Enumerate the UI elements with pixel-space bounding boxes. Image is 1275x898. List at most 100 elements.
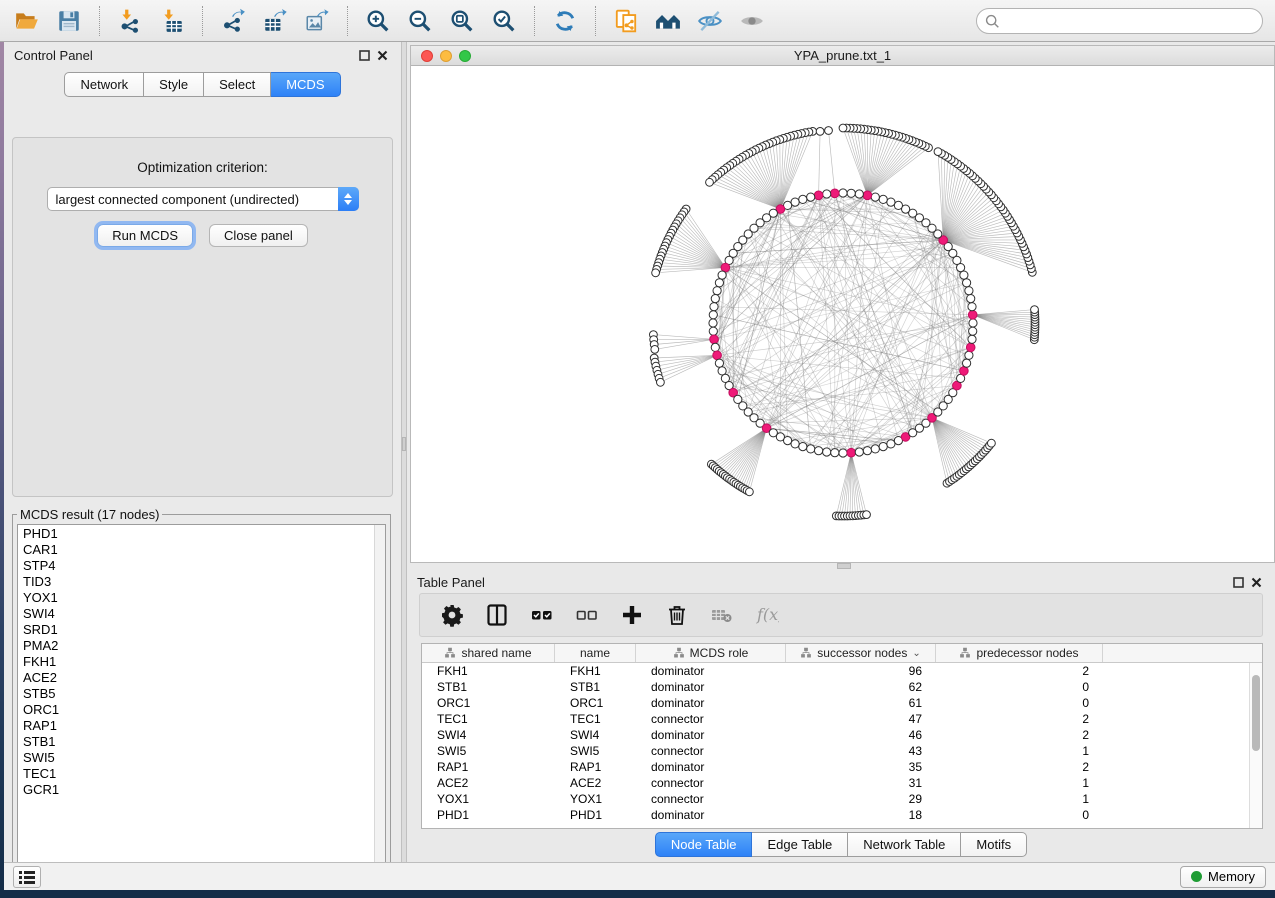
close-window-icon[interactable] — [421, 50, 433, 62]
result-list-item[interactable]: CAR1 — [23, 542, 385, 558]
graph-node[interactable] — [863, 511, 871, 519]
table-row[interactable]: SWI5SWI5connector431 — [422, 743, 1262, 759]
graph-node[interactable] — [967, 295, 975, 303]
close-panel-button[interactable]: Close panel — [209, 224, 308, 247]
graph-node[interactable] — [799, 195, 807, 203]
show-graphics-details-button[interactable] — [733, 4, 771, 38]
graph-hub-node[interactable] — [710, 335, 719, 344]
search-box[interactable] — [976, 8, 1263, 34]
graph-node[interactable] — [894, 201, 902, 209]
graph-node[interactable] — [968, 335, 976, 343]
graph-node[interactable] — [715, 279, 723, 287]
result-list-item[interactable]: SRD1 — [23, 622, 385, 638]
graph-node[interactable] — [879, 195, 887, 203]
result-list-item[interactable]: STP4 — [23, 558, 385, 574]
result-list-item[interactable]: ACE2 — [23, 670, 385, 686]
graph-hub-node[interactable] — [847, 448, 856, 457]
graph-hub-node[interactable] — [831, 189, 840, 198]
graph-hub-node[interactable] — [713, 351, 722, 360]
close-panel-icon[interactable] — [373, 47, 391, 63]
table-settings-button[interactable] — [434, 597, 470, 633]
criterion-dropdown[interactable]: largest connected component (undirected) — [47, 187, 359, 211]
tab-style[interactable]: Style — [144, 72, 204, 97]
table-row[interactable]: ORC1ORC1dominator610 — [422, 695, 1262, 711]
graph-node[interactable] — [988, 439, 996, 447]
graph-node[interactable] — [825, 127, 833, 135]
run-mcds-button[interactable]: Run MCDS — [97, 224, 193, 247]
column-header-name[interactable]: name — [555, 644, 636, 662]
graph-node[interactable] — [887, 440, 895, 448]
table-row[interactable]: STB1STB1dominator620 — [422, 679, 1262, 695]
table-row[interactable]: RAP1RAP1dominator352 — [422, 759, 1262, 775]
close-table-panel-icon[interactable] — [1247, 574, 1265, 590]
zoom-in-button[interactable] — [359, 4, 397, 38]
search-input[interactable] — [1000, 14, 1254, 29]
graph-node[interactable] — [807, 193, 815, 201]
graph-node[interactable] — [710, 303, 718, 311]
tab-mcds[interactable]: MCDS — [271, 72, 340, 97]
graph-node[interactable] — [651, 346, 659, 354]
result-list-item[interactable]: RAP1 — [23, 718, 385, 734]
table-row[interactable]: FKH1FKH1dominator962 — [422, 663, 1262, 679]
result-list-item[interactable]: STB1 — [23, 734, 385, 750]
graph-node[interactable] — [831, 449, 839, 457]
table-row[interactable]: YOX1YOX1connector291 — [422, 791, 1262, 807]
graph-node[interactable] — [879, 443, 887, 451]
graph-node[interactable] — [969, 319, 977, 327]
export-table-button[interactable] — [256, 4, 294, 38]
result-list-item[interactable]: SWI4 — [23, 606, 385, 622]
graph-node[interactable] — [968, 303, 976, 311]
result-list-item[interactable]: PMA2 — [23, 638, 385, 654]
result-list-item[interactable]: YOX1 — [23, 590, 385, 606]
graph-node[interactable] — [746, 488, 754, 496]
graph-node[interactable] — [706, 178, 714, 186]
graph-node[interactable] — [709, 319, 717, 327]
column-header-predecessor-nodes[interactable]: predecessor nodes — [936, 644, 1103, 662]
graph-node[interactable] — [713, 287, 721, 295]
result-list-item[interactable]: GCR1 — [23, 782, 385, 798]
graph-node[interactable] — [863, 447, 871, 455]
graph-node[interactable] — [839, 449, 847, 457]
select-all-rows-button[interactable] — [524, 597, 560, 633]
tab-node-table[interactable]: Node Table — [655, 832, 753, 857]
graph-node[interactable] — [839, 124, 847, 132]
graph-node[interactable] — [791, 440, 799, 448]
result-list-item[interactable]: ORC1 — [23, 702, 385, 718]
delete-column-button[interactable] — [659, 597, 695, 633]
graph-node[interactable] — [709, 327, 717, 335]
table-row[interactable]: SWI4SWI4dominator462 — [422, 727, 1262, 743]
graph-node[interactable] — [718, 271, 726, 279]
memory-button[interactable]: Memory — [1180, 866, 1266, 888]
graph-node[interactable] — [711, 295, 719, 303]
graph-node[interactable] — [960, 271, 968, 279]
graph-node[interactable] — [963, 359, 971, 367]
import-network-button[interactable] — [111, 4, 149, 38]
table-scrollbar[interactable] — [1249, 663, 1262, 828]
graph-node[interactable] — [1031, 306, 1039, 314]
graph-hub-node[interactable] — [814, 191, 823, 200]
graph-hub-node[interactable] — [960, 367, 969, 376]
tab-network[interactable]: Network — [64, 72, 144, 97]
graph-node[interactable] — [839, 189, 847, 197]
table-row[interactable]: TEC1TEC1connector472 — [422, 711, 1262, 727]
result-list-item[interactable]: TID3 — [23, 574, 385, 590]
result-list-item[interactable]: PHD1 — [23, 526, 385, 542]
float-table-panel-icon[interactable] — [1229, 574, 1247, 590]
result-list-item[interactable]: FKH1 — [23, 654, 385, 670]
clone-network-button[interactable] — [607, 4, 645, 38]
graph-node[interactable] — [718, 367, 726, 375]
result-list-scrollbar[interactable] — [374, 525, 385, 871]
graph-node[interactable] — [807, 445, 815, 453]
import-table-button[interactable] — [153, 4, 191, 38]
tab-network-table[interactable]: Network Table — [848, 832, 961, 857]
network-graph[interactable] — [411, 66, 1274, 562]
graph-hub-node[interactable] — [863, 191, 872, 200]
refresh-view-button[interactable] — [546, 4, 584, 38]
graph-node[interactable] — [934, 148, 942, 156]
tab-select[interactable]: Select — [204, 72, 271, 97]
graph-node[interactable] — [652, 269, 660, 277]
tab-edge-table[interactable]: Edge Table — [752, 832, 848, 857]
graph-node[interactable] — [657, 378, 665, 386]
float-panel-icon[interactable] — [355, 47, 373, 63]
table-scrollbar-thumb[interactable] — [1252, 675, 1260, 751]
